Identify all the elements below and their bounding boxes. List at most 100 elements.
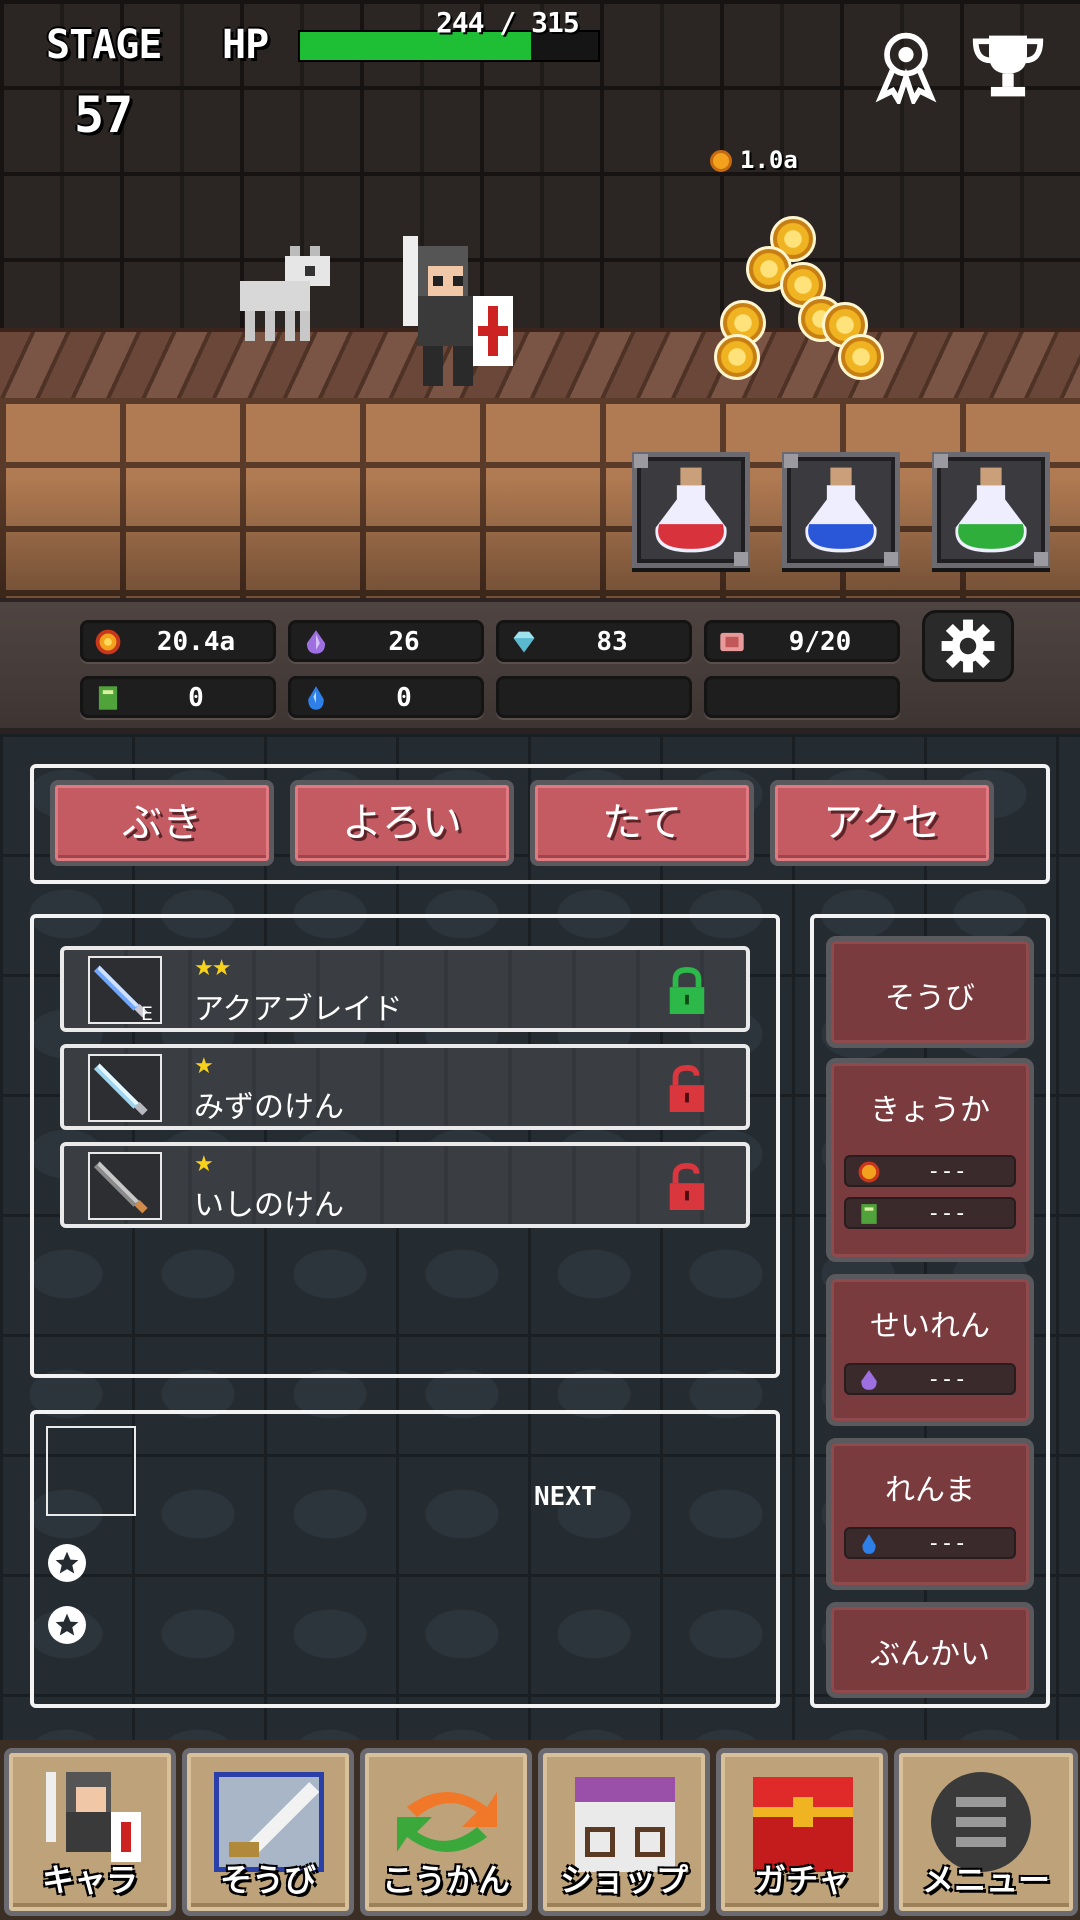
- coin-icon: [710, 150, 732, 172]
- equip-button[interactable]: そうび: [826, 936, 1034, 1048]
- dungeon-floor: [0, 328, 1080, 398]
- green-potion-button[interactable]: [932, 452, 1050, 568]
- diamond-counter: 83: [496, 620, 692, 662]
- upgrade-coin-cost: ---: [844, 1155, 1016, 1187]
- hero-knight-sprite: [403, 236, 513, 386]
- action-buttons: そうび きょうか --- --- せいれん --- れんま --- ぶんかい: [810, 914, 1050, 1708]
- coin-pile: [710, 216, 890, 386]
- dismantle-label: ぶんかい: [870, 1637, 990, 1672]
- blue-potion-icon: [805, 467, 877, 553]
- item-thumbnail: [88, 1152, 162, 1220]
- forge-button[interactable]: れんま ---: [826, 1438, 1034, 1590]
- bottom-navigation: キャラ そうび こうかん ショップ ガチャ メニュー: [0, 1740, 1080, 1920]
- stone-sword-icon: [93, 1161, 148, 1214]
- stage-label: STAGE: [46, 22, 162, 68]
- aqua-blade-icon: E: [93, 965, 153, 1025]
- upgrade-book-cost-value: ---: [927, 1201, 967, 1226]
- list-item[interactable]: ★ いしのけん: [60, 1142, 750, 1228]
- unlocked-icon[interactable]: [664, 1064, 710, 1114]
- book-counter: 0: [80, 676, 276, 718]
- coin-rate-value: 1.0a: [740, 146, 798, 174]
- nav-equip[interactable]: そうび: [182, 1748, 354, 1916]
- nav-chara-label: キャラ: [41, 1861, 138, 1899]
- water-sword-icon: [93, 1063, 148, 1116]
- blue-drop-value: 0: [396, 683, 412, 713]
- plus-circle-icon: [48, 1544, 86, 1582]
- blue-drop-icon: [308, 686, 324, 710]
- coin-rate: 1.0a: [710, 146, 798, 174]
- diamond-icon: [513, 631, 535, 653]
- item-detail: NEXT: [30, 1410, 780, 1708]
- forge-cost-value: ---: [927, 1531, 967, 1556]
- refine-button[interactable]: せいれん ---: [826, 1274, 1034, 1426]
- settings-button[interactable]: [922, 610, 1014, 682]
- nav-chara[interactable]: キャラ: [4, 1748, 176, 1916]
- tab-accessory[interactable]: アクセ: [770, 780, 994, 866]
- refine-cost-value: ---: [927, 1367, 967, 1392]
- empty-resource-slot: [496, 676, 692, 718]
- item-thumbnail: E: [88, 956, 162, 1025]
- diamond-value: 83: [596, 627, 628, 657]
- blue-potion-button[interactable]: [782, 452, 900, 568]
- nav-shop-label: ショップ: [559, 1861, 688, 1899]
- purple-crystal-icon: [306, 630, 326, 654]
- game-scene: STAGE 57 HP 244 / 315 1.0a: [0, 0, 1080, 600]
- upgrade-book-cost: ---: [844, 1197, 1016, 1229]
- item-name: アクアブレイド: [194, 992, 403, 1027]
- upgrade-label: きょうか: [870, 1093, 990, 1128]
- coin: [838, 334, 884, 380]
- green-potion-icon: [955, 467, 1027, 553]
- gear-icon: [941, 619, 995, 673]
- item-rarity-stars: ★: [194, 1054, 214, 1079]
- equip-label: そうび: [885, 981, 975, 1016]
- coin: [714, 334, 760, 380]
- equipped-mark: E: [141, 1004, 153, 1022]
- empty-resource-slot: [704, 676, 900, 718]
- nav-exchange[interactable]: こうかん: [360, 1748, 532, 1916]
- refine-cost: ---: [844, 1363, 1016, 1395]
- list-item[interactable]: E ★★ アクアブレイド: [60, 946, 750, 1032]
- upgrade-button[interactable]: きょうか --- ---: [826, 1058, 1034, 1262]
- ticket-counter: 9/20: [704, 620, 900, 662]
- coin-icon: [95, 629, 121, 655]
- nav-shop[interactable]: ショップ: [538, 1748, 710, 1916]
- category-tabs: ぶき よろい たて アクセ: [30, 764, 1050, 884]
- tab-armor[interactable]: よろい: [290, 780, 514, 866]
- tab-shield[interactable]: たて: [530, 780, 754, 866]
- dismantle-button[interactable]: ぶんかい: [826, 1602, 1034, 1698]
- forge-cost: ---: [844, 1527, 1016, 1559]
- list-item[interactable]: ★ みずのけん: [60, 1044, 750, 1130]
- item-thumbnail: [88, 1054, 162, 1122]
- green-book-icon: [861, 1204, 877, 1224]
- nav-equip-label: そうび: [219, 1861, 316, 1899]
- green-book-icon: [98, 686, 118, 710]
- refine-label: せいれん: [870, 1309, 990, 1344]
- next-label: NEXT: [534, 1482, 597, 1512]
- purple-crystal-icon: [861, 1370, 877, 1390]
- trophy-icon[interactable]: [970, 28, 1046, 104]
- coin-counter: 20.4a: [80, 620, 276, 662]
- purple-gem-counter: 26: [288, 620, 484, 662]
- red-potion-button[interactable]: [632, 452, 750, 568]
- ribbon-badge-icon[interactable]: [868, 28, 944, 104]
- coin-icon: [858, 1161, 880, 1183]
- book-value: 0: [188, 683, 204, 713]
- unlocked-icon[interactable]: [664, 1162, 710, 1212]
- plus-circle-icon: [48, 1606, 86, 1644]
- tab-weapon[interactable]: ぶき: [50, 780, 274, 866]
- stage-number: 57: [74, 86, 133, 144]
- locked-icon[interactable]: [664, 966, 710, 1016]
- nav-gacha[interactable]: ガチャ: [716, 1748, 888, 1916]
- item-list: E ★★ アクアブレイド ★ みずのけん ★ いしのけん: [30, 914, 780, 1378]
- dog-companion-sprite: [240, 246, 330, 341]
- red-potion-icon: [655, 467, 727, 553]
- coin-value: 20.4a: [156, 627, 236, 657]
- nav-menu[interactable]: メニュー: [894, 1748, 1078, 1916]
- ticket-icon: [720, 632, 744, 652]
- item-name: いしのけん: [194, 1188, 344, 1223]
- item-rarity-stars: ★: [194, 1152, 214, 1177]
- resource-bar: 20.4a 26 83 9/20 0 0: [0, 598, 1080, 734]
- upgrade-coin-cost-value: ---: [927, 1159, 967, 1184]
- ticket-value: 9/20: [788, 627, 852, 657]
- hp-value: 244 / 315: [436, 6, 580, 39]
